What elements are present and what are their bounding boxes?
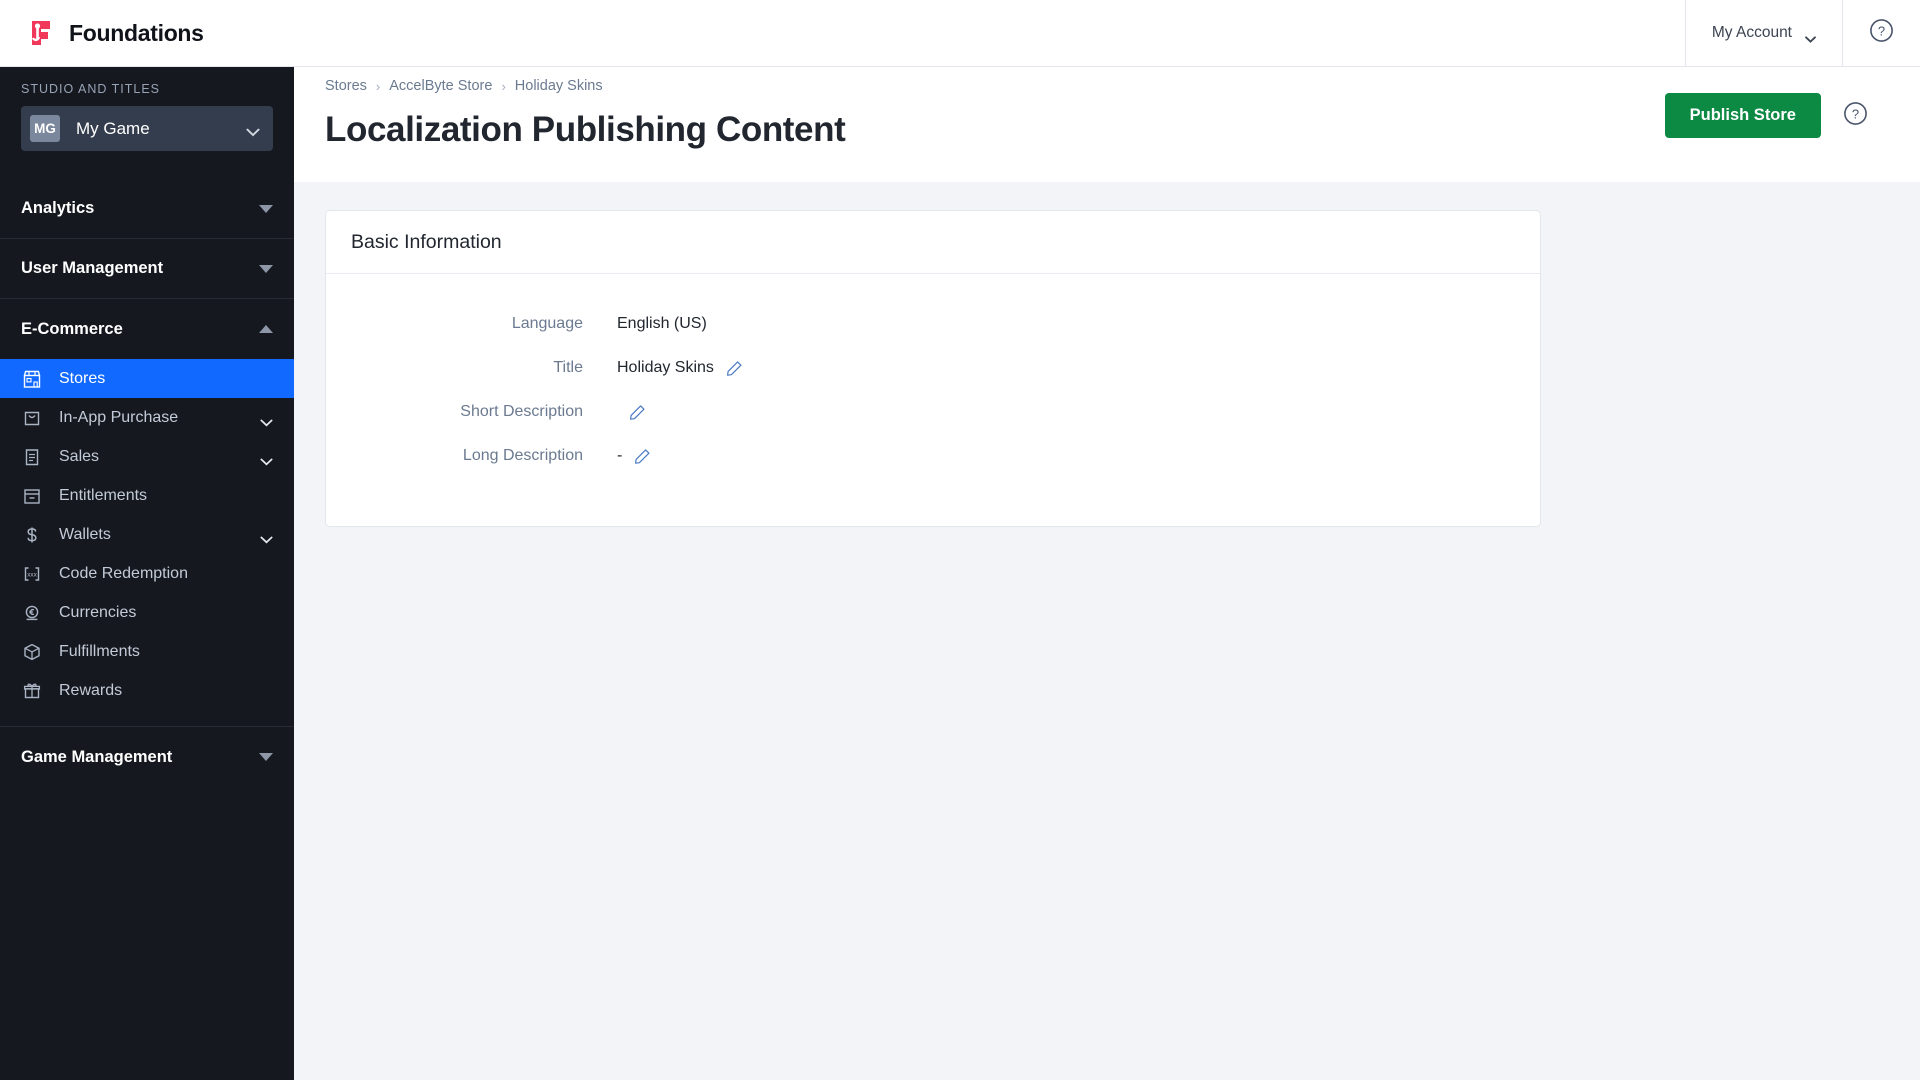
form-row-short-description: Short Description — [326, 390, 1540, 434]
chevron-down-icon — [1805, 30, 1816, 43]
breadcrumb-separator-icon: › — [501, 78, 506, 94]
main-content: Stores › AccelByte Store › Holiday Skins… — [294, 55, 1920, 1080]
chevron-down-icon — [246, 124, 260, 137]
help-button-topbar[interactable]: ? — [1842, 0, 1920, 67]
code-brackets-icon: xxx — [21, 563, 42, 584]
triangle-down-icon — [259, 204, 273, 213]
svg-text:xxx: xxx — [27, 571, 37, 578]
sidebar-section-label: E-Commerce — [21, 319, 123, 338]
basic-information-card: Basic Information Language English (US) … — [325, 210, 1541, 527]
sidebar-item-label: Rewards — [59, 681, 123, 699]
sidebar-item-stores[interactable]: Stores — [0, 359, 294, 398]
game-avatar: MG — [30, 115, 60, 142]
sidebar-item-label: In-App Purchase — [59, 408, 179, 426]
form-label: Short Description — [460, 403, 583, 420]
sidebar-item-rewards[interactable]: Rewards — [0, 671, 294, 710]
header-actions: Publish Store ? — [1664, 93, 1868, 138]
edit-pencil-icon-short-description[interactable] — [629, 404, 646, 421]
sidebar-section-user-management[interactable]: User Management — [0, 239, 294, 299]
my-account-menu[interactable]: My Account — [1684, 0, 1842, 67]
sidebar-item-code-redemption[interactable]: xxx Code Redemption — [0, 554, 294, 593]
form-value-group: - — [617, 447, 651, 465]
sidebar-section-ecommerce[interactable]: E-Commerce — [0, 299, 294, 359]
publish-store-button[interactable]: Publish Store — [1664, 93, 1821, 138]
form-value: English (US) — [617, 315, 707, 332]
sidebar-section-label: User Management — [21, 259, 164, 277]
form-row-language: Language English (US) — [326, 302, 1540, 346]
breadcrumb-item-accelbyte-store[interactable]: AccelByte Store — [389, 78, 492, 94]
sidebar-item-sales[interactable]: Sales — [0, 437, 294, 476]
receipt-icon — [21, 446, 42, 467]
edit-pencil-icon-long-description[interactable] — [634, 448, 651, 465]
chevron-down-icon — [260, 414, 273, 426]
top-bar: Foundations My Account ? — [0, 0, 1920, 67]
breadcrumb: Stores › AccelByte Store › Holiday Skins — [325, 78, 1868, 94]
chevron-down-icon — [260, 453, 273, 465]
triangle-down-icon — [259, 264, 273, 273]
brand-logo[interactable]: Foundations — [0, 18, 204, 48]
game-selector[interactable]: MG My Game — [21, 106, 273, 151]
page-header: Stores › AccelByte Store › Holiday Skins… — [294, 55, 1920, 182]
game-name-label: My Game — [76, 118, 150, 138]
sidebar-section-label: Game Management — [21, 747, 173, 766]
card-body: Language English (US) Title Holiday Skin… — [326, 274, 1540, 526]
chevron-down-icon — [260, 531, 273, 543]
form-label: Long Description — [462, 447, 583, 464]
form-label: Title — [553, 359, 583, 376]
triangle-up-icon — [259, 325, 273, 333]
form-value: Holiday Skins — [617, 359, 714, 376]
page-title: Localization Publishing Content — [325, 110, 846, 149]
sidebar: STUDIO AND TITLES MG My Game Analytics U… — [0, 55, 294, 1080]
svg-text:?: ? — [1878, 23, 1885, 38]
gift-icon — [21, 680, 42, 701]
form-row-title: Title Holiday Skins — [326, 346, 1540, 390]
sidebar-item-fulfillments[interactable]: Fulfillments — [0, 632, 294, 671]
sidebar-item-label: Stores — [59, 369, 106, 387]
brand-name: Foundations — [69, 19, 204, 46]
dollar-sign-icon — [21, 524, 42, 545]
form-value-group: Holiday Skins — [617, 359, 743, 377]
edit-pencil-icon-title[interactable] — [726, 360, 743, 377]
archive-box-icon — [21, 485, 42, 506]
sidebar-item-label: Entitlements — [59, 486, 148, 504]
triangle-down-icon — [259, 753, 273, 761]
sidebar-section-game-management[interactable]: Game Management — [0, 727, 294, 787]
sidebar-item-label: Fulfillments — [59, 642, 140, 660]
topbar-right-group: My Account ? — [1684, 0, 1920, 67]
euro-coin-icon — [21, 602, 42, 623]
shopping-bag-icon — [21, 407, 42, 428]
help-button-page[interactable]: ? — [1843, 101, 1868, 131]
question-circle-icon: ? — [1869, 18, 1894, 48]
package-box-icon — [21, 641, 42, 662]
sidebar-item-label: Sales — [59, 447, 100, 465]
card-header: Basic Information — [326, 211, 1540, 274]
foundations-logo-icon — [28, 18, 58, 48]
breadcrumb-separator-icon: › — [375, 78, 381, 94]
sidebar-item-currencies[interactable]: Currencies — [0, 593, 294, 632]
storefront-icon — [21, 368, 42, 389]
form-value: - — [617, 447, 623, 464]
sidebar-item-in-app-purchase[interactable]: In-App Purchase — [0, 398, 294, 437]
svg-text:?: ? — [1852, 106, 1859, 121]
sidebar-item-label: Wallets — [59, 525, 111, 543]
breadcrumb-item-stores[interactable]: Stores — [325, 78, 367, 94]
sidebar-item-label: Currencies — [59, 603, 137, 621]
form-label: Language — [511, 315, 583, 332]
sidebar-section-analytics[interactable]: Analytics — [0, 179, 294, 239]
my-account-label: My Account — [1711, 24, 1792, 41]
card-title: Basic Information — [351, 230, 502, 253]
form-value-group — [617, 404, 646, 421]
sidebar-item-wallets[interactable]: Wallets — [0, 515, 294, 554]
breadcrumb-item-holiday-skins[interactable]: Holiday Skins — [515, 78, 603, 94]
sidebar-item-entitlements[interactable]: Entitlements — [0, 476, 294, 515]
sidebar-item-label: Code Redemption — [59, 564, 188, 582]
form-value-group: English (US) — [617, 315, 707, 333]
sidebar-section-label: Analytics — [21, 199, 95, 217]
form-row-long-description: Long Description - — [326, 434, 1540, 478]
